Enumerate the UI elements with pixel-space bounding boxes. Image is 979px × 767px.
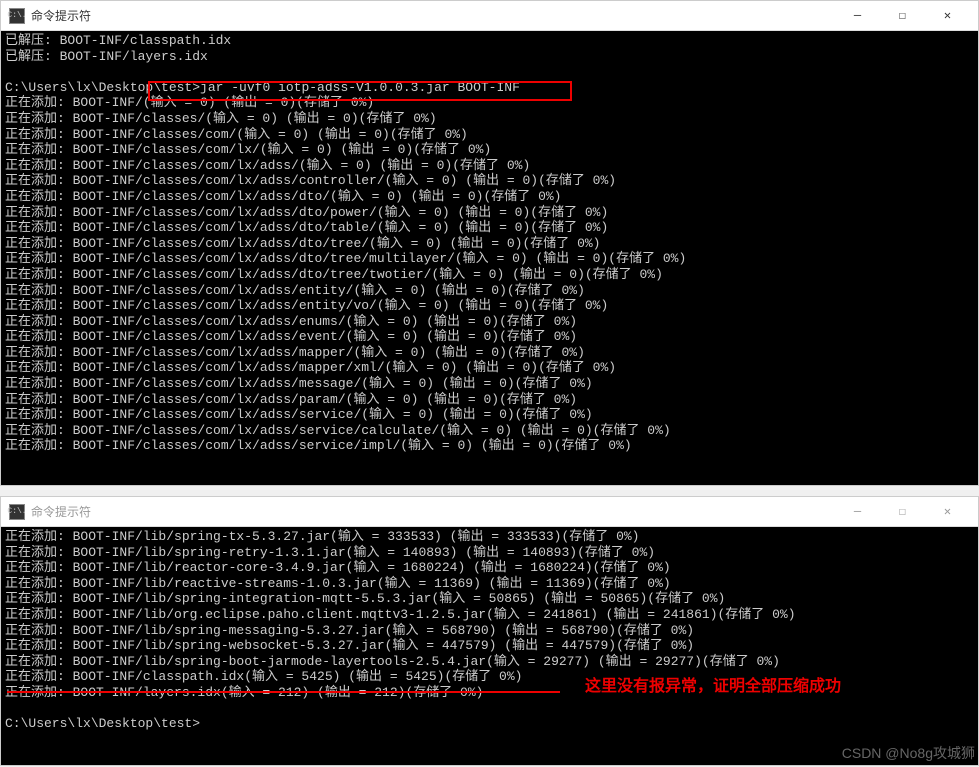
terminal-line — [5, 64, 974, 80]
terminal-line: 正在添加: BOOT-INF/lib/org.eclipse.paho.clie… — [5, 607, 974, 623]
terminal-line: 正在添加: BOOT-INF/classes/com/lx/adss/servi… — [5, 423, 974, 439]
terminal-line: 正在添加: BOOT-INF/lib/spring-boot-jarmode-l… — [5, 654, 974, 670]
terminal-line: 正在添加: BOOT-INF/classes/com/lx/adss/dto/p… — [5, 205, 974, 221]
terminal-line: C:\Users\lx\Desktop\test> — [5, 716, 974, 732]
maximize-button-2[interactable]: ☐ — [880, 498, 925, 526]
close-button-2[interactable]: ✕ — [925, 498, 970, 526]
window-title-1: 命令提示符 — [31, 7, 835, 24]
terminal-line: 已解压: BOOT-INF/classpath.idx — [5, 33, 974, 49]
terminal-line: 正在添加: BOOT-INF/lib/spring-retry-1.3.1.ja… — [5, 545, 974, 561]
terminal-line: 正在添加: BOOT-INF/(输入 = 0) (输出 = 0)(存储了 0%) — [5, 95, 974, 111]
minimize-button-1[interactable]: ─ — [835, 2, 880, 30]
watermark-text: CSDN @No8g攻城狮 — [842, 743, 975, 763]
terminal-line: 正在添加: BOOT-INF/classes/com/lx/adss/dto/t… — [5, 220, 974, 236]
minimize-button-2[interactable]: ─ — [835, 498, 880, 526]
terminal-line: 正在添加: BOOT-INF/classes/com/lx/adss/mappe… — [5, 360, 974, 376]
terminal-line: 正在添加: BOOT-INF/classes/com/lx/adss/event… — [5, 329, 974, 345]
terminal-output-2[interactable]: 正在添加: BOOT-INF/lib/spring-tx-5.3.27.jar(… — [1, 527, 978, 734]
close-button-1[interactable]: ✕ — [925, 2, 970, 30]
terminal-line: 正在添加: BOOT-INF/classes/com/lx/adss/servi… — [5, 438, 974, 454]
cmd-icon-2: C:\. — [9, 504, 25, 520]
terminal-line: 正在添加: BOOT-INF/classes/com/lx/adss/mappe… — [5, 345, 974, 361]
cmd-icon: C:\. — [9, 8, 25, 24]
terminal-line: C:\Users\lx\Desktop\test>jar -uvf0 iotp-… — [5, 80, 974, 96]
terminal-line: 正在添加: BOOT-INF/classes/com/lx/adss/dto/t… — [5, 236, 974, 252]
terminal-line: 正在添加: BOOT-INF/classes/com/lx/adss/dto/(… — [5, 189, 974, 205]
window-title-2: 命令提示符 — [31, 503, 835, 520]
titlebar-1[interactable]: C:\. 命令提示符 ─ ☐ ✕ — [1, 1, 978, 31]
terminal-window-1: C:\. 命令提示符 ─ ☐ ✕ 已解压: BOOT-INF/classpath… — [0, 0, 979, 486]
titlebar-2[interactable]: C:\. 命令提示符 ─ ☐ ✕ — [1, 497, 978, 527]
terminal-line: 正在添加: BOOT-INF/classes/com/lx/adss/enums… — [5, 314, 974, 330]
terminal-line: 正在添加: BOOT-INF/classes/com/lx/adss/entit… — [5, 283, 974, 299]
window-controls-2: ─ ☐ ✕ — [835, 498, 970, 526]
terminal-line: 正在添加: BOOT-INF/classes/com/lx/adss/contr… — [5, 173, 974, 189]
window-controls-1: ─ ☐ ✕ — [835, 2, 970, 30]
terminal-line: 正在添加: BOOT-INF/classes/com/lx/adss/(输入 =… — [5, 158, 974, 174]
terminal-line: 正在添加: BOOT-INF/lib/spring-integration-mq… — [5, 591, 974, 607]
terminal-line: 正在添加: BOOT-INF/lib/spring-websocket-5.3.… — [5, 638, 974, 654]
terminal-line: 正在添加: BOOT-INF/lib/reactor-core-3.4.9.ja… — [5, 560, 974, 576]
terminal-line: 已解压: BOOT-INF/layers.idx — [5, 49, 974, 65]
terminal-line: 正在添加: BOOT-INF/classes/com/lx/adss/entit… — [5, 298, 974, 314]
terminal-line: 正在添加: BOOT-INF/classes/com/lx/adss/dto/t… — [5, 251, 974, 267]
terminal-line: 正在添加: BOOT-INF/classes/com/(输入 = 0) (输出 … — [5, 127, 974, 143]
terminal-line: 正在添加: BOOT-INF/classes/com/lx/adss/dto/t… — [5, 267, 974, 283]
terminal-line: 正在添加: BOOT-INF/classes/com/lx/adss/servi… — [5, 407, 974, 423]
terminal-line: 正在添加: BOOT-INF/classes/(输入 = 0) (输出 = 0)… — [5, 111, 974, 127]
terminal-line: 正在添加: BOOT-INF/classes/com/lx/adss/param… — [5, 392, 974, 408]
terminal-line: 正在添加: BOOT-INF/classes/com/lx/adss/messa… — [5, 376, 974, 392]
terminal-line: 正在添加: BOOT-INF/lib/spring-messaging-5.3.… — [5, 623, 974, 639]
highlight-underline — [7, 691, 560, 693]
terminal-window-2: C:\. 命令提示符 ─ ☐ ✕ 正在添加: BOOT-INF/lib/spri… — [0, 496, 979, 766]
terminal-line — [5, 701, 974, 717]
terminal-output-1[interactable]: 已解压: BOOT-INF/classpath.idx已解压: BOOT-INF… — [1, 31, 978, 456]
maximize-button-1[interactable]: ☐ — [880, 2, 925, 30]
terminal-line: 正在添加: BOOT-INF/lib/spring-tx-5.3.27.jar(… — [5, 529, 974, 545]
terminal-line: 正在添加: BOOT-INF/classes/com/lx/(输入 = 0) (… — [5, 142, 974, 158]
terminal-line: 正在添加: BOOT-INF/lib/reactive-streams-1.0.… — [5, 576, 974, 592]
annotation-text: 这里没有报异常，证明全部压缩成功 — [585, 672, 841, 696]
